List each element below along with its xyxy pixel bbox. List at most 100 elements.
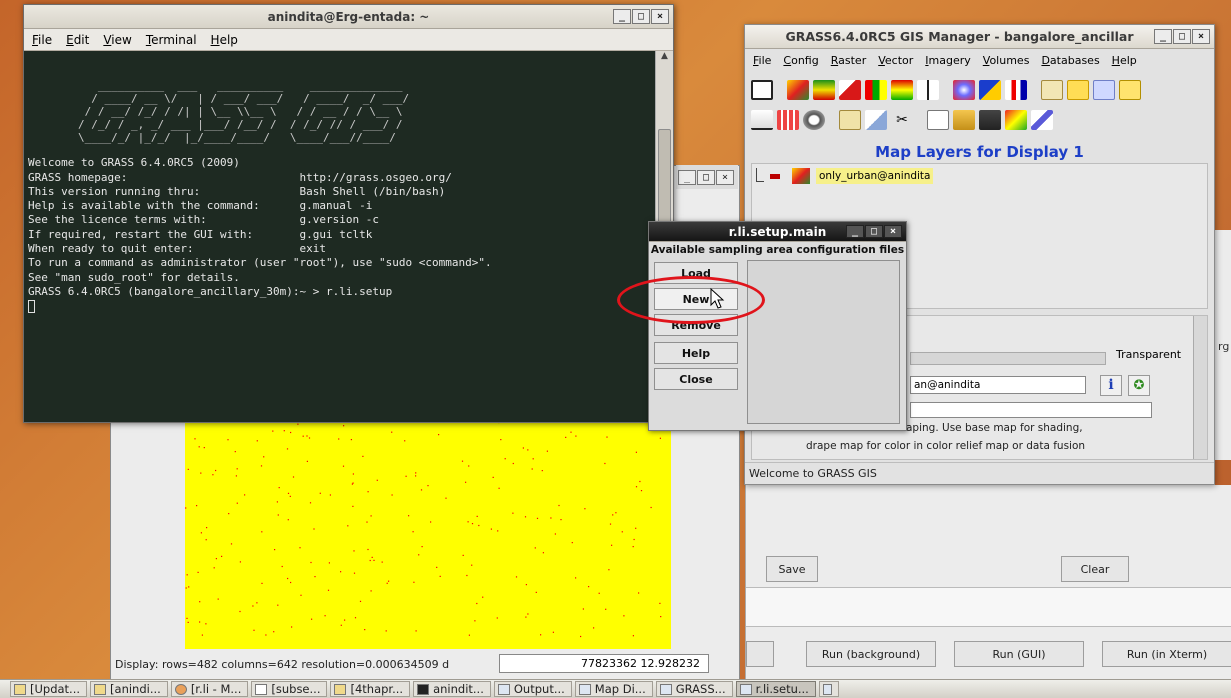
task-item[interactable]: Map Di...: [574, 681, 653, 697]
add-legend-icon[interactable]: [865, 80, 887, 100]
folder-icon: [14, 683, 26, 695]
clear-button[interactable]: Clear: [1061, 556, 1129, 582]
cut-icon[interactable]: ✂: [891, 110, 913, 130]
add-text-icon[interactable]: [1067, 80, 1089, 100]
add-north-arrow-icon[interactable]: [751, 110, 773, 130]
add-rgb-icon[interactable]: [813, 80, 835, 100]
add-chart-icon[interactable]: [1005, 80, 1027, 100]
menu-file[interactable]: File: [753, 54, 771, 67]
gis-manager-titlebar[interactable]: GRASS6.4.0RC5 GIS Manager - bangalore_an…: [745, 25, 1214, 49]
task-item[interactable]: [anindi...: [90, 681, 168, 697]
rli-setup-dialog[interactable]: r.li.setup.main _ □ × Available sampling…: [648, 221, 907, 431]
close-button[interactable]: ×: [716, 170, 734, 185]
maximize-button[interactable]: □: [1173, 29, 1191, 44]
add-ps-text-icon[interactable]: [1119, 80, 1141, 100]
help-button[interactable]: Help: [654, 342, 738, 364]
transparent-label: Transparent: [1116, 348, 1182, 361]
window-icon: [739, 683, 752, 695]
reload-icon[interactable]: ✪: [1128, 375, 1150, 396]
task-label: GRASS...: [675, 682, 726, 696]
task-label: [Updat...: [30, 682, 81, 696]
add-grid-icon[interactable]: [1041, 80, 1063, 100]
grass-ascii-logo: __________ ___ __________ ______________…: [78, 79, 410, 145]
task-item[interactable]: [r.li - M...: [170, 681, 249, 697]
task-item[interactable]: anindit...: [413, 681, 491, 697]
open-folder-icon[interactable]: [953, 110, 975, 130]
remove-button[interactable]: Remove: [654, 314, 738, 336]
load-button[interactable]: Load: [654, 262, 738, 284]
add-thematic-icon[interactable]: [891, 80, 913, 100]
task-item[interactable]: [Updat...: [10, 681, 88, 697]
add-vector-icon[interactable]: [953, 80, 975, 100]
menu-raster[interactable]: Raster: [831, 54, 866, 67]
new-display-icon[interactable]: [751, 80, 773, 100]
menu-vector[interactable]: Vector: [878, 54, 913, 67]
copy-layer-icon[interactable]: [865, 110, 887, 130]
close-button[interactable]: ×: [1192, 29, 1210, 44]
terminal-output[interactable]: __________ ___ __________ ______________…: [24, 51, 655, 422]
menu-terminal[interactable]: Terminal: [146, 33, 197, 47]
terminal-window[interactable]: anindita@Erg-entada: ~ _ □ × File Edit V…: [23, 4, 674, 423]
config-file-list[interactable]: [747, 260, 900, 424]
maximize-button[interactable]: □: [865, 225, 883, 238]
task-label: r.li.setu...: [755, 682, 809, 696]
layer-checkbox[interactable]: [770, 174, 780, 179]
add-grid-overlay-icon[interactable]: [777, 110, 799, 130]
minimize-button[interactable]: _: [678, 170, 696, 185]
menu-help[interactable]: Help: [1112, 54, 1137, 67]
menu-view[interactable]: View: [103, 33, 131, 47]
layer-name[interactable]: only_urban@anindita: [816, 168, 934, 184]
raster-map-field[interactable]: an@anindita: [910, 376, 1086, 394]
maximize-button[interactable]: □: [632, 9, 650, 24]
close-button[interactable]: ×: [884, 225, 902, 238]
task-item[interactable]: GRASS...: [655, 681, 733, 697]
close-button[interactable]: ×: [651, 9, 669, 24]
new-file-icon[interactable]: [927, 110, 949, 130]
task-label: [4thapr...: [350, 682, 404, 696]
minimize-button[interactable]: _: [846, 225, 864, 238]
save-button[interactable]: Save: [766, 556, 818, 582]
terminal-icon: [417, 683, 430, 695]
gis-status-bar: Welcome to GRASS GIS: [745, 462, 1214, 484]
menu-file[interactable]: File: [32, 33, 52, 47]
close-dialog-button[interactable]: Close: [654, 368, 738, 390]
drape-map-field[interactable]: [910, 402, 1152, 418]
minimize-button[interactable]: _: [613, 9, 631, 24]
taskbar: [Updat... [anindi... [r.li - M... [subse…: [0, 679, 1231, 698]
task-item-active[interactable]: r.li.setu...: [735, 681, 816, 697]
run-left-button[interactable]: [746, 641, 774, 667]
run-xterm-button[interactable]: Run (in Xterm): [1102, 641, 1231, 667]
add-frame-icon[interactable]: [917, 80, 939, 100]
add-ps-icon[interactable]: [1093, 80, 1115, 100]
menu-edit[interactable]: Edit: [66, 33, 89, 47]
terminal-line: GRASS homepage: http://grass.osgeo.org/: [28, 170, 452, 184]
settings-gear-icon[interactable]: [803, 110, 825, 130]
add-histogram-icon[interactable]: [839, 80, 861, 100]
add-group-icon[interactable]: [839, 110, 861, 130]
maximize-button[interactable]: □: [697, 170, 715, 185]
opacity-slider[interactable]: [910, 352, 1106, 365]
add-raster-icon[interactable]: [787, 80, 809, 100]
options-scrollbar[interactable]: [1193, 316, 1207, 459]
run-gui-button[interactable]: Run (GUI): [954, 641, 1084, 667]
menu-imagery[interactable]: Imagery: [925, 54, 971, 67]
nviz-icon[interactable]: [1005, 110, 1027, 130]
menu-help[interactable]: Help: [211, 33, 238, 47]
task-item[interactable]: [4thapr...: [330, 681, 411, 697]
task-item[interactable]: Output...: [493, 681, 572, 697]
task-item[interactable]: [subse...: [251, 681, 328, 697]
rli-titlebar[interactable]: r.li.setup.main _ □ ×: [649, 222, 906, 242]
add-thematic-vector-icon[interactable]: [979, 80, 1001, 100]
menu-config[interactable]: Config: [783, 54, 818, 67]
menu-databases[interactable]: Databases: [1041, 54, 1099, 67]
save-disk-icon[interactable]: [979, 110, 1001, 130]
edit-pencil-icon[interactable]: [1031, 110, 1053, 130]
gis-manager-title: GRASS6.4.0RC5 GIS Manager - bangalore_an…: [785, 29, 1134, 44]
terminal-titlebar[interactable]: anindita@Erg-entada: ~ _ □ ×: [24, 5, 673, 29]
minimize-button[interactable]: _: [1154, 29, 1172, 44]
task-item[interactable]: [818, 681, 839, 697]
menu-volumes[interactable]: Volumes: [983, 54, 1030, 67]
scroll-up-icon[interactable]: ▲: [656, 51, 673, 61]
info-icon[interactable]: i: [1100, 375, 1122, 396]
run-background-button[interactable]: Run (background): [806, 641, 936, 667]
